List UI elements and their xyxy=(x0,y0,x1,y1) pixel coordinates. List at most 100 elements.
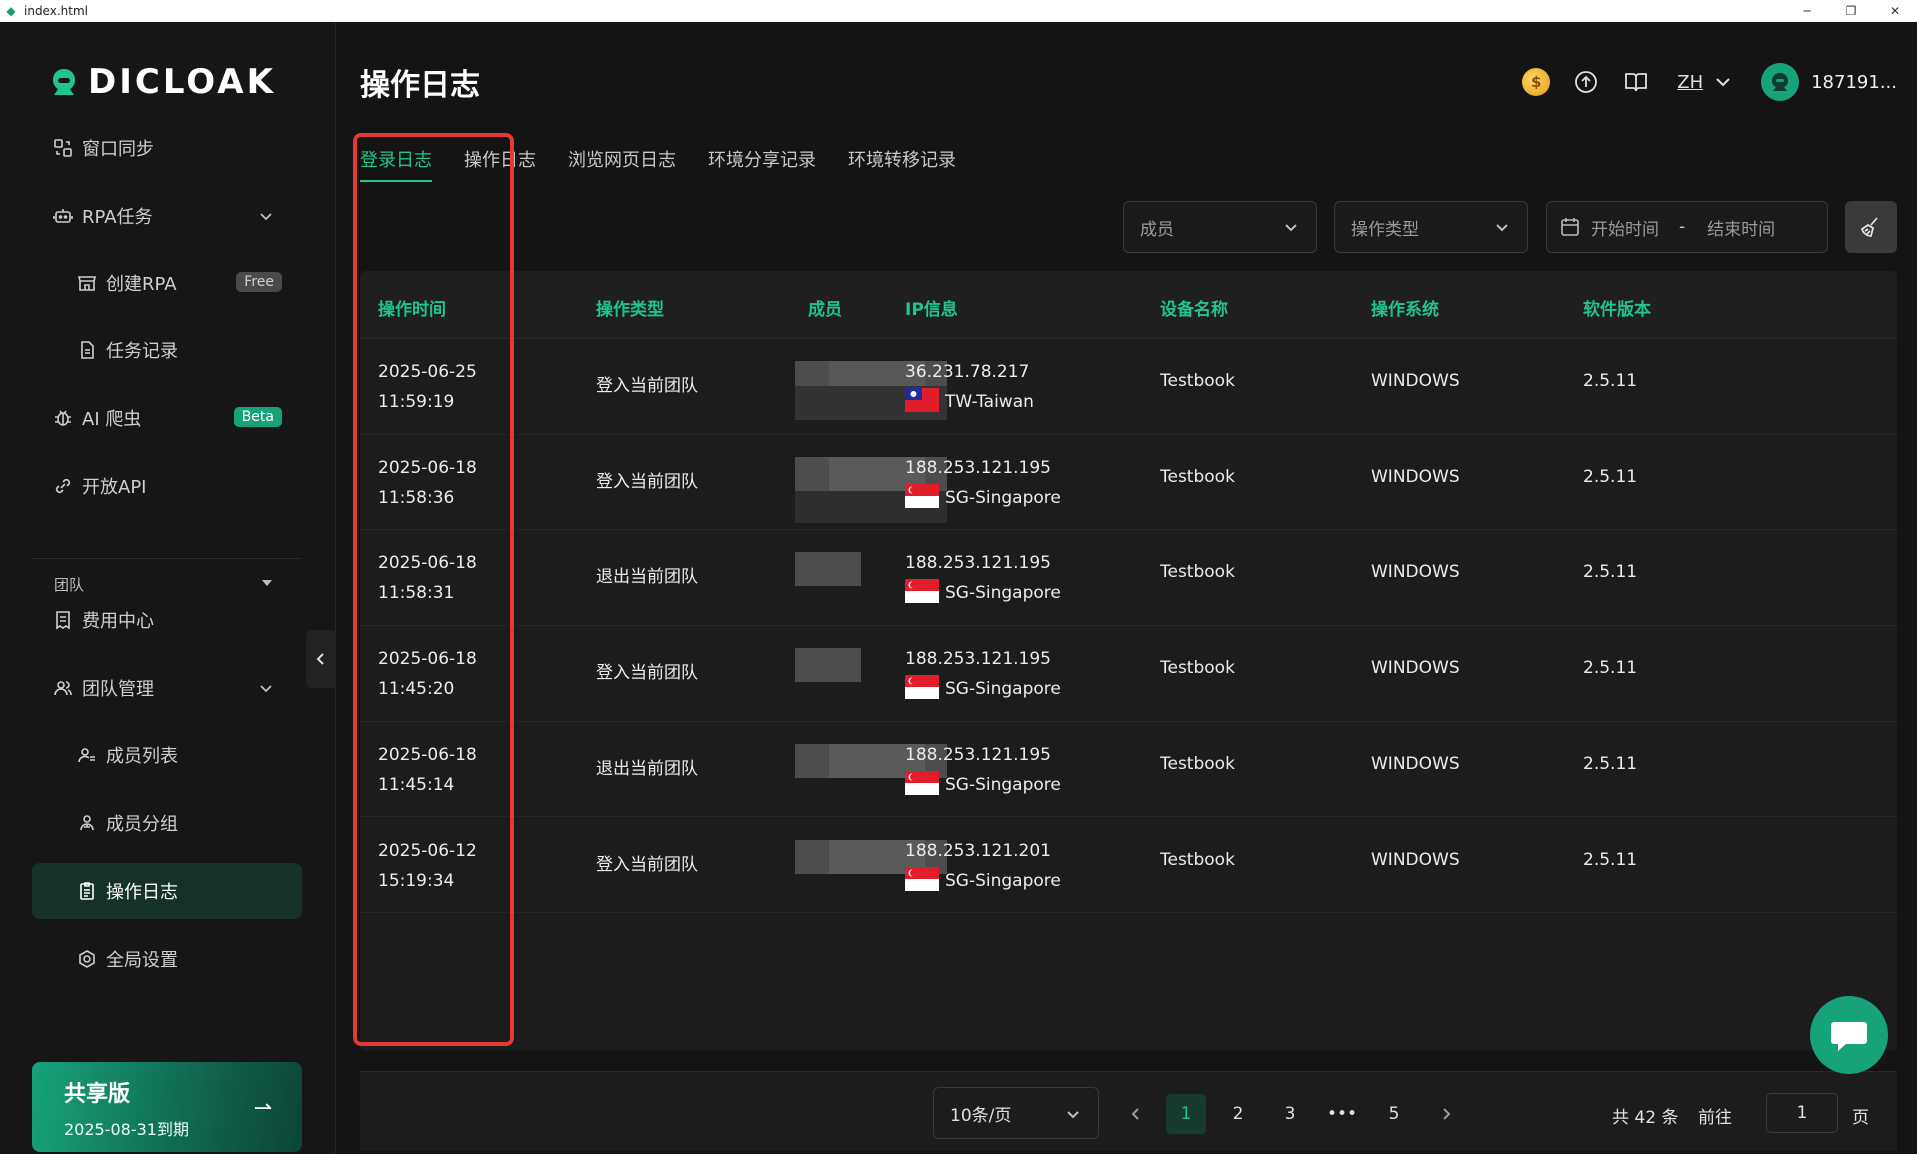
sidebar-item-member-list[interactable]: 成员列表 xyxy=(32,727,302,783)
chevron-down-icon xyxy=(1493,218,1511,236)
cell-time: 2025-06-25 11:59:19 xyxy=(378,362,477,412)
page-ellipsis[interactable]: ••• xyxy=(1322,1094,1362,1134)
avatar[interactable] xyxy=(1761,63,1800,101)
sidebar-item-ai-crawler[interactable]: AI 爬虫 Beta xyxy=(32,390,302,446)
sidebar-item-window-sync[interactable]: 窗口同步 xyxy=(32,120,302,176)
cell-type: 退出当前团队 xyxy=(596,758,698,779)
sidebar-item-rpa-tasks[interactable]: RPA任务 xyxy=(32,188,302,244)
column-header-member: 成员 xyxy=(808,300,842,320)
sidebar-item-operation-log[interactable]: 操作日志 xyxy=(32,863,302,919)
prev-page-button[interactable] xyxy=(1116,1094,1156,1134)
cell-device: Testbook xyxy=(1160,849,1235,870)
cell-time: 2025-06-18 11:45:14 xyxy=(378,744,477,795)
end-date-input[interactable]: 结束时间 xyxy=(1707,215,1775,240)
brand-logo[interactable]: DICLOAK xyxy=(48,62,276,102)
sidebar-item-label: 窗口同步 xyxy=(82,139,154,160)
sidebar-item-label: 全局设置 xyxy=(106,950,178,971)
sidebar: DICLOAK 窗口同步 RPA任务 创建RPA Free 任务记录 AI 爬虫… xyxy=(0,22,336,1154)
language-switcher[interactable]: ZH xyxy=(1677,72,1733,93)
minimize-icon[interactable]: ─ xyxy=(1785,0,1829,22)
range-separator: - xyxy=(1679,217,1686,237)
store-icon xyxy=(76,272,98,294)
clear-filters-button[interactable] xyxy=(1845,201,1897,253)
broom-icon xyxy=(1861,217,1878,237)
header-actions: $ ZH 187191... xyxy=(1501,62,1897,102)
coin-button[interactable]: $ xyxy=(1521,67,1551,97)
cell-device: Testbook xyxy=(1160,371,1235,391)
cell-type: 登入当前团队 xyxy=(596,376,698,396)
column-header-type: 操作类型 xyxy=(596,300,664,320)
page-size-select[interactable]: 10条/页 xyxy=(933,1087,1099,1139)
cell-os: WINDOWS xyxy=(1371,466,1460,487)
window-controls: ─ ❐ ✕ xyxy=(1785,0,1917,22)
book-icon xyxy=(1625,73,1648,92)
page-button-5[interactable]: 5 xyxy=(1374,1094,1414,1134)
sidebar-item-label: 创建RPA xyxy=(106,274,177,295)
restore-icon[interactable]: ❐ xyxy=(1829,0,1873,22)
plan-card[interactable]: 共享版 2025-08-31到期 ⇀ xyxy=(32,1062,302,1152)
sidebar-item-label: 操作日志 xyxy=(106,882,178,903)
cell-device: Testbook xyxy=(1160,562,1235,583)
sidebar-item-billing[interactable]: 费用中心 xyxy=(32,592,302,648)
column-header-os: 操作系统 xyxy=(1371,300,1439,320)
start-date-input[interactable]: 开始时间 xyxy=(1591,215,1659,240)
link-icon xyxy=(52,475,74,497)
tab-login-log[interactable]: 登录日志 xyxy=(360,146,432,182)
member-select[interactable]: 成员 xyxy=(1123,201,1317,253)
cell-type: 登入当前团队 xyxy=(596,663,698,684)
docs-button[interactable] xyxy=(1621,67,1651,97)
cell-ip: 188.253.121.195 SG-Singapore xyxy=(905,553,1061,604)
page-button-2[interactable]: 2 xyxy=(1218,1094,1258,1134)
operation-type-select[interactable]: 操作类型 xyxy=(1334,201,1528,253)
page-button-1[interactable]: 1 xyxy=(1166,1094,1206,1134)
sidebar-item-create-rpa[interactable]: 创建RPA Free xyxy=(32,255,302,311)
cell-time: 2025-06-18 11:58:36 xyxy=(378,457,477,508)
tab-browse-log[interactable]: 浏览网页日志 xyxy=(568,146,676,182)
username[interactable]: 187191... xyxy=(1811,72,1897,93)
cell-type: 登入当前团队 xyxy=(596,471,698,492)
sidebar-item-member-groups[interactable]: 成员分组 xyxy=(32,795,302,851)
next-page-button[interactable] xyxy=(1426,1094,1466,1134)
brand-name: DICLOAK xyxy=(88,62,276,102)
window-title: index.html xyxy=(24,4,88,18)
chat-support-button[interactable] xyxy=(1810,996,1888,1074)
chevron-down-icon xyxy=(258,680,274,696)
cell-type: 退出当前团队 xyxy=(596,567,698,588)
page-button-3[interactable]: 3 xyxy=(1270,1094,1310,1134)
team-icon xyxy=(52,677,74,699)
goto-page-input[interactable] xyxy=(1766,1093,1838,1133)
pagination: 10条/页 1 2 3 ••• 5 共 42 条 前往 页 xyxy=(360,1071,1897,1151)
table-row: 2025-06-18 11:58:31 退出当前团队 188.253.121.195 S… xyxy=(360,530,1897,627)
coin-icon: $ xyxy=(1522,68,1551,96)
sidebar-item-open-api[interactable]: 开放API xyxy=(32,458,302,514)
date-range-picker[interactable]: 开始时间 - 结束时间 xyxy=(1546,201,1828,253)
sidebar-item-global-settings[interactable]: 全局设置 xyxy=(32,931,302,987)
sidebar-item-team-management[interactable]: 团队管理 xyxy=(32,660,302,716)
cell-version: 2.5.11 xyxy=(1583,466,1638,487)
sidebar-item-label: 任务记录 xyxy=(106,341,178,362)
upload-button[interactable] xyxy=(1571,67,1601,97)
flag-sg-icon xyxy=(905,770,945,795)
sidebar-item-label: 开放API xyxy=(82,477,147,498)
document-icon xyxy=(76,339,98,361)
cell-time: 2025-06-12 15:19:34 xyxy=(378,840,477,891)
sidebar-item-label: 成员列表 xyxy=(106,746,178,767)
sidebar-collapse-button[interactable] xyxy=(306,630,336,688)
tab-operation-log[interactable]: 操作日志 xyxy=(464,146,536,182)
column-header-ip: IP信息 xyxy=(905,300,958,320)
chevron-down-icon xyxy=(1067,1111,1079,1119)
cell-version: 2.5.11 xyxy=(1583,562,1638,583)
main-content: 操作日志 $ ZH 187191... 登录日志 操作日志 浏览网页日志 环境分… xyxy=(337,22,1917,1154)
column-header-time: 操作时间 xyxy=(378,300,446,320)
tab-share-records[interactable]: 环境分享记录 xyxy=(708,146,816,182)
flag-sg-icon xyxy=(905,675,945,700)
cell-os: WINDOWS xyxy=(1371,562,1460,583)
chevron-left-icon xyxy=(316,653,324,665)
beta-badge: Beta xyxy=(233,407,282,427)
caret-down-icon[interactable] xyxy=(262,580,272,586)
user-avatar-icon xyxy=(1772,73,1789,91)
close-icon[interactable]: ✕ xyxy=(1873,0,1917,22)
sidebar-item-task-records[interactable]: 任务记录 xyxy=(32,322,302,378)
chevron-right-icon xyxy=(1443,1108,1451,1120)
tab-transfer-records[interactable]: 环境转移记录 xyxy=(848,146,956,182)
